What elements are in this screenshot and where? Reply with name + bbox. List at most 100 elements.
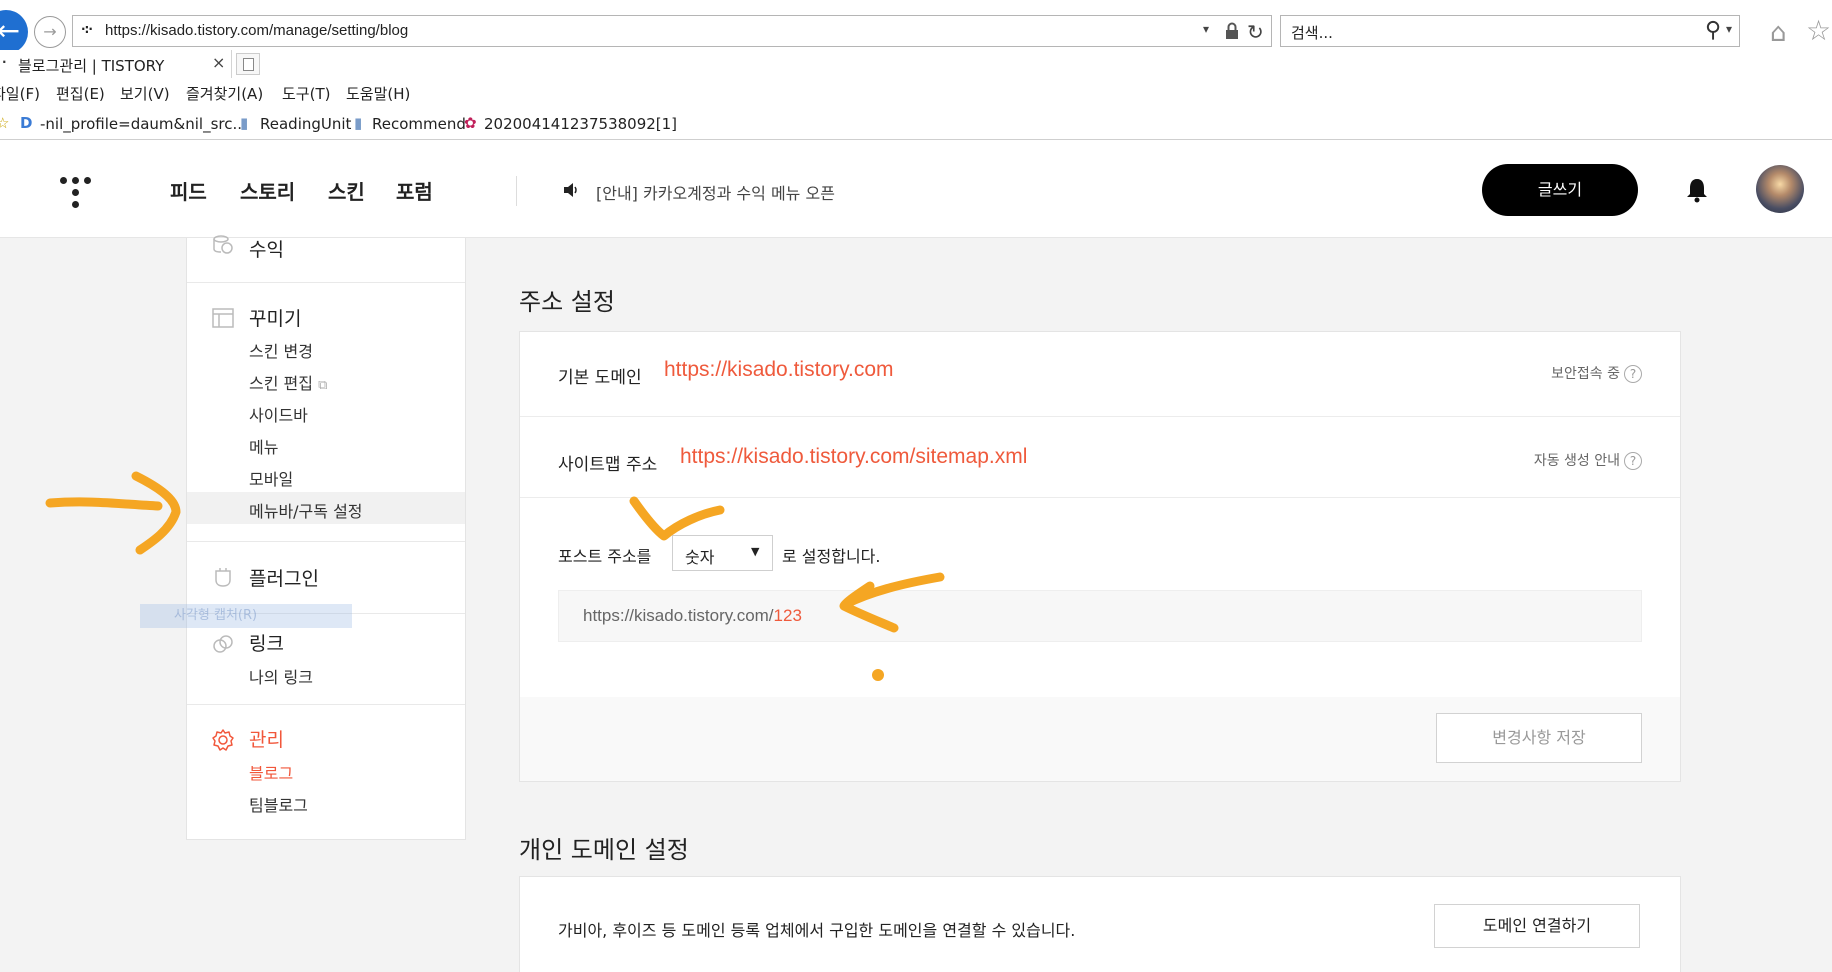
sidebar-item-my-link[interactable]: 나의 링크 [249,664,313,688]
search-input[interactable]: 검색... ⚲ ▾ [1280,15,1740,47]
sidebar-item-skin-edit[interactable]: 스킨 편집 ⧉ [249,370,327,394]
favorites-bar: ☆ D -nil_profile=daum&nil_src... ▮ Readi… [0,108,1832,140]
menu-tools[interactable]: 도구(T) [282,83,330,104]
home-icon[interactable]: ⌂ [1770,18,1787,48]
sidebar-item-blog[interactable]: 블로그 [249,760,293,784]
revenue-icon [213,235,233,254]
avatar[interactable] [1756,165,1804,213]
sidebar-item-menu[interactable]: 메뉴 [249,434,278,458]
sidebar-plugin[interactable]: 플러그인 [249,564,319,591]
nav-feed[interactable]: 피드 [170,176,207,205]
forward-arrow-icon[interactable]: → [34,16,66,48]
favorites-star-icon[interactable]: ☆ [1806,14,1831,47]
menu-view[interactable]: 보기(V) [120,83,170,104]
post-address-select-value: 숫자 [685,548,715,567]
notice-link[interactable]: [안내] 카카오계정과 수익 메뉴 오픈 [596,180,835,204]
post-address-select[interactable]: 숫자 ▼ [672,535,773,571]
tab-label: 블로그관리 | TISTORY [18,57,165,75]
sidebar-item-team-blog[interactable]: 팀블로그 [249,792,308,816]
sidebar-revenue[interactable]: 수익 [249,235,284,262]
default-domain-link[interactable]: https://kisado.tistory.com [664,358,894,382]
sidebar-item-sidebar[interactable]: 사이드바 [249,402,308,426]
custom-domain-title: 개인 도메인 설정 [519,836,689,864]
nav-skin[interactable]: 스킨 [328,176,365,205]
connect-domain-button[interactable]: 도메인 연결하기 [1434,904,1640,948]
save-changes-button[interactable]: 변경사항 저장 [1436,713,1642,763]
favorite-link-nil-profile[interactable]: -nil_profile=daum&nil_src... [40,115,247,133]
flower-favicon-icon: ✿ [464,114,477,132]
menu-favorites[interactable]: 즐겨찾기(A) [186,83,263,104]
secure-connection-help[interactable]: 보안접속 중? [1551,363,1642,383]
secure-connection-label: 보안접속 중 [1551,366,1620,382]
manage-sidebar: 수익 꾸미기 스킨 변경 스킨 편집 ⧉ 사이드바 메뉴 모바일 메뉴바/구독 … [186,235,466,840]
sidebar-manage-title[interactable]: 관리 [249,725,284,752]
post-url-base: https://kisado.tistory.com/ [583,606,774,625]
post-url-id: 123 [773,606,802,625]
sidebar-decorate-title[interactable]: 꾸미기 [249,304,301,331]
back-arrow-icon[interactable]: ← [0,10,28,54]
link-icon [213,635,233,653]
sitemap-help-label: 자동 생성 안내 [1533,453,1620,469]
chevron-down-icon: ▼ [751,545,760,558]
address-settings-title: 주소 설정 [519,288,615,316]
menu-file[interactable]: 파일(F) [0,83,40,104]
sidebar-link-title[interactable]: 링크 [249,629,284,656]
post-address-suffix: 로 설정합니다. [782,547,881,566]
default-domain-label: 기본 도메인 [558,368,642,388]
sidebar-divider [187,541,465,542]
layout-icon [212,308,234,328]
post-address-prefix: 포스트 주소를 [558,547,652,566]
address-bar[interactable]: ·:· https://kisado.tistory.com/manage/se… [72,15,1272,47]
favorite-link-recommend[interactable]: Recommend [372,115,466,133]
nav-story[interactable]: 스토리 [240,176,295,205]
sidebar-divider [187,282,465,283]
address-settings-panel: 기본 도메인 https://kisado.tistory.com 보안접속 중… [519,331,1681,782]
sidebar-item-skin-change[interactable]: 스킨 변경 [249,338,313,362]
daum-favicon-icon: D [20,114,33,132]
browser-menu-bar: 파일(F) 편집(E) 보기(V) 즐겨찾기(A) 도구(T) 도움말(H) [0,80,1832,106]
external-link-icon: ⧉ [318,378,328,393]
row-divider [520,416,1680,417]
site-header: 피드 스토리 스킨 포럼 [안내] 카카오계정과 수익 메뉴 오픈 글쓰기 [0,143,1832,238]
write-post-button[interactable]: 글쓰기 [1482,164,1638,216]
refresh-icon[interactable]: ↻ [1247,20,1264,44]
post-url-preview-text: https://kisado.tistory.com/123 [583,606,802,626]
speaker-icon [564,183,577,197]
favorites-add-icon[interactable]: ☆ [0,114,9,132]
sidebar-item-mobile[interactable]: 모바일 [249,466,293,490]
tab-close-icon[interactable]: × [212,53,225,72]
header-divider [516,176,517,206]
gear-icon [212,729,234,751]
new-tab-button[interactable] [236,53,260,75]
custom-domain-description: 가비아, 후이즈 등 도메인 등록 업체에서 구입한 도메인을 연결할 수 있습… [558,921,1076,940]
sidebar-divider [187,704,465,705]
tab-favicon-icon: · [2,55,7,69]
search-placeholder: 검색... [1291,24,1333,42]
sitemap-link[interactable]: https://kisado.tistory.com/sitemap.xml [680,445,1027,469]
plugin-icon [215,568,231,587]
menu-edit[interactable]: 편집(E) [56,83,105,104]
address-text[interactable]: https://kisado.tistory.com/manage/settin… [105,22,408,39]
row-divider [520,497,1680,498]
nav-forum[interactable]: 포럼 [396,176,433,205]
sidebar-item-menubar-subscribe[interactable]: 메뉴바/구독 설정 [249,498,363,522]
address-dropdown-icon[interactable]: ▾ [1203,22,1209,36]
custom-domain-panel: 가비아, 후이즈 등 도메인 등록 업체에서 구입한 도메인을 연결할 수 있습… [519,876,1681,972]
search-icon[interactable]: ⚲ [1705,18,1721,43]
sitemap-label: 사이트맵 주소 [558,455,658,475]
sitemap-help[interactable]: 자동 생성 안내? [1534,450,1642,470]
annotation-arrow-sidebar [45,497,163,511]
ghost-capture-tooltip: 사각형 캡처(R) [140,604,352,628]
tistory-logo-icon[interactable] [58,173,94,209]
search-dropdown-icon[interactable]: ▾ [1726,22,1732,36]
menu-help[interactable]: 도움말(H) [346,83,410,104]
annotation-arrowhead-sidebar [131,471,181,555]
tab-blog-manage[interactable]: · 블로그관리 | TISTORY × [0,50,232,78]
page-icon: ▮ [240,114,249,132]
post-url-preview: https://kisado.tistory.com/123 [558,590,1642,642]
favorite-link-image[interactable]: 202004141237538092[1] [484,115,677,133]
bell-icon[interactable] [1685,177,1709,203]
favorite-link-readingunit[interactable]: ReadingUnit [260,115,351,133]
tistory-favicon-icon: ·:· [81,22,93,36]
browser-chrome: ← → ·:· https://kisado.tistory.com/manag… [0,0,1832,143]
